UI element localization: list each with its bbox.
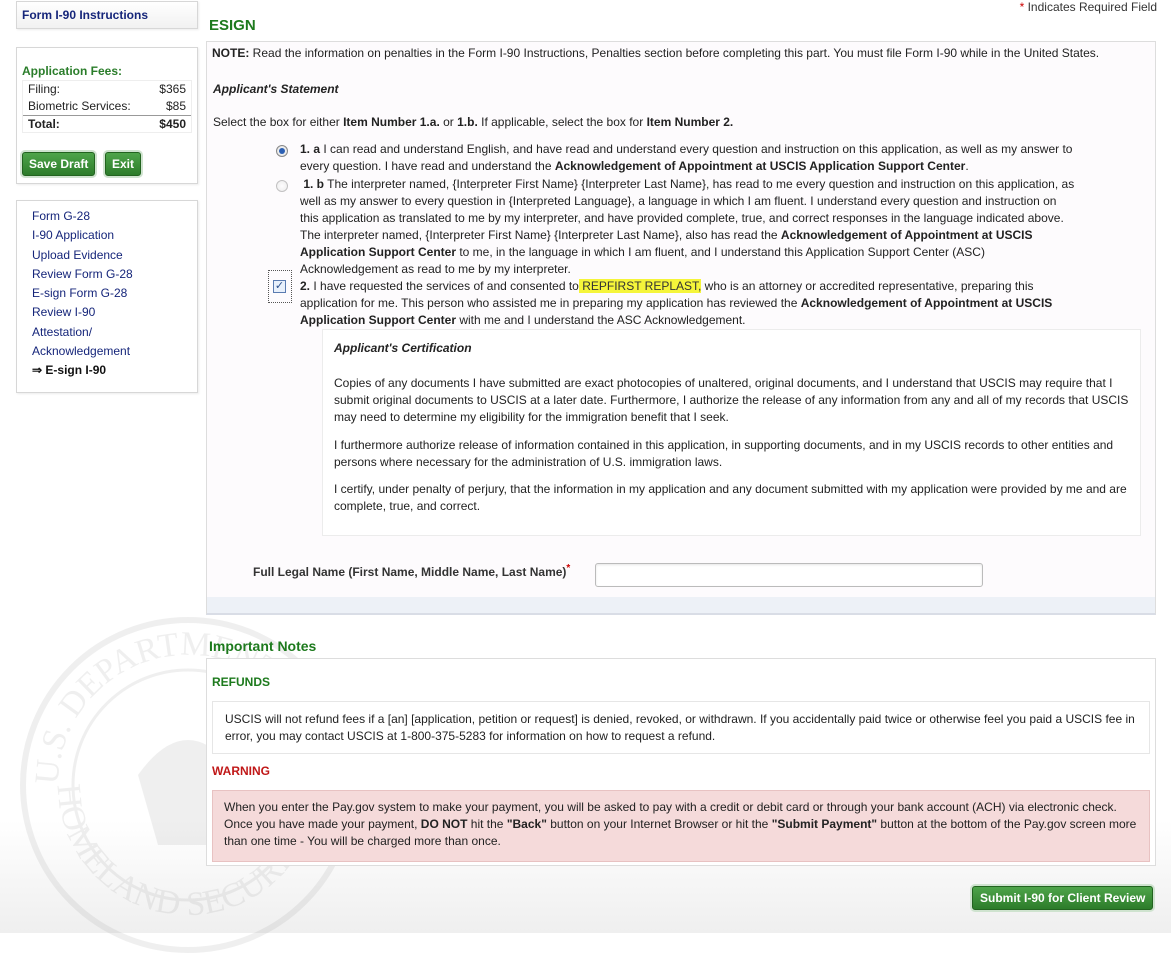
required-star: * [1019, 0, 1025, 14]
option-1b-text: 1. b The interpreter named, {Interpreter… [300, 177, 1075, 276]
fee-row-filing: Filing: $365 [23, 81, 191, 98]
nav-item-upload-evidence[interactable]: Upload Evidence [32, 246, 197, 265]
option-1b-radio[interactable] [276, 180, 288, 192]
warning-heading: WARNING [212, 764, 270, 778]
nav-item-review-g28[interactable]: Review Form G-28 [32, 265, 197, 284]
option-1a-radio[interactable] [276, 145, 288, 157]
form-instructions-box[interactable]: Form I-90 Instructions [16, 1, 198, 29]
required-note-text: Indicates Required Field [1027, 0, 1157, 14]
nav-item-form-g28[interactable]: Form G-28 [32, 207, 197, 226]
sidebar-nav: Form G-28 I-90 Application Upload Eviden… [16, 200, 198, 393]
warning-text: When you enter the Pay.gov system to mak… [212, 790, 1150, 862]
refunds-text: USCIS will not refund fees if a [an] [ap… [212, 701, 1150, 754]
certification-paragraph-1: Copies of any documents I have submitted… [334, 376, 1129, 424]
full-legal-name-input[interactable] [595, 563, 983, 587]
fee-value: $365 [159, 82, 186, 96]
form-instructions-link[interactable]: Form I-90 Instructions [22, 8, 148, 22]
full-name-label: Full Legal Name (First Name, Middle Name… [253, 563, 571, 579]
fee-row-biometric: Biometric Services: $85 [23, 98, 191, 115]
nav-item-review-i90[interactable]: Review I-90 [32, 303, 197, 322]
certification-paragraph-2: I furthermore authorize release of infor… [334, 438, 1114, 469]
certification-paragraph-3: I certify, under penalty of perjury, tha… [334, 482, 1127, 513]
fees-heading: Application Fees: [22, 64, 123, 78]
certification-heading: Applicant's Certification [334, 341, 472, 355]
representative-name-highlight: REPFIRST REPLAST, [578, 279, 702, 293]
important-notes-panel: REFUNDS USCIS will not refund fees if a … [206, 658, 1156, 866]
required-field-note: * Indicates Required Field [1020, 0, 1157, 14]
applicant-statement-heading: Applicant's Statement [213, 82, 339, 96]
fees-table: Filing: $365 Biometric Services: $85 Tot… [22, 80, 192, 133]
fee-value: $85 [165, 99, 186, 113]
option-2-checkbox-focus[interactable]: ✓ [268, 270, 292, 303]
option-1a-text: 1. a I can read and understand English, … [300, 142, 1073, 173]
nav-item-esign-i90-current[interactable]: ⇒ E-sign I-90 [32, 361, 197, 380]
option-2-text: 2. I have requested the services of and … [300, 279, 1053, 327]
fees-panel: Application Fees: Filing: $365 Biometric… [16, 47, 198, 184]
note-label: NOTE: [212, 46, 250, 60]
panel-footer-strip [207, 597, 1155, 613]
fee-label: Total: [28, 117, 60, 131]
exit-button[interactable]: Exit [105, 152, 142, 176]
submit-for-client-review-button[interactable]: Submit I-90 for Client Review [972, 886, 1154, 910]
required-star: * [566, 563, 571, 574]
nav-item-i90-application[interactable]: I-90 Application [32, 226, 197, 245]
penalty-note: NOTE: Read the information on penalties … [212, 45, 1099, 62]
nav-item-attestation[interactable]: Attestation/ [32, 323, 197, 342]
fee-row-total: Total: $450 [23, 115, 191, 132]
option-2-checkbox[interactable]: ✓ [273, 280, 286, 293]
esign-title: ESIGN [209, 17, 256, 34]
applicant-certification-box: Applicant's Certification Copies of any … [322, 329, 1141, 536]
select-instructions: Select the box for either Item Number 1.… [213, 115, 734, 129]
save-draft-button[interactable]: Save Draft [22, 152, 96, 176]
refunds-heading: REFUNDS [212, 675, 271, 689]
esign-panel: NOTE: Read the information on penalties … [206, 41, 1156, 615]
note-text: Read the information on penalties in the… [249, 46, 1100, 60]
fee-label: Filing: [28, 82, 61, 96]
nav-item-esign-g28[interactable]: E-sign Form G-28 [32, 284, 197, 303]
nav-item-acknowledgement[interactable]: Acknowledgement [32, 342, 197, 361]
important-notes-title: Important Notes [209, 638, 317, 654]
fee-label: Biometric Services: [28, 99, 131, 113]
fee-value: $450 [159, 117, 186, 131]
